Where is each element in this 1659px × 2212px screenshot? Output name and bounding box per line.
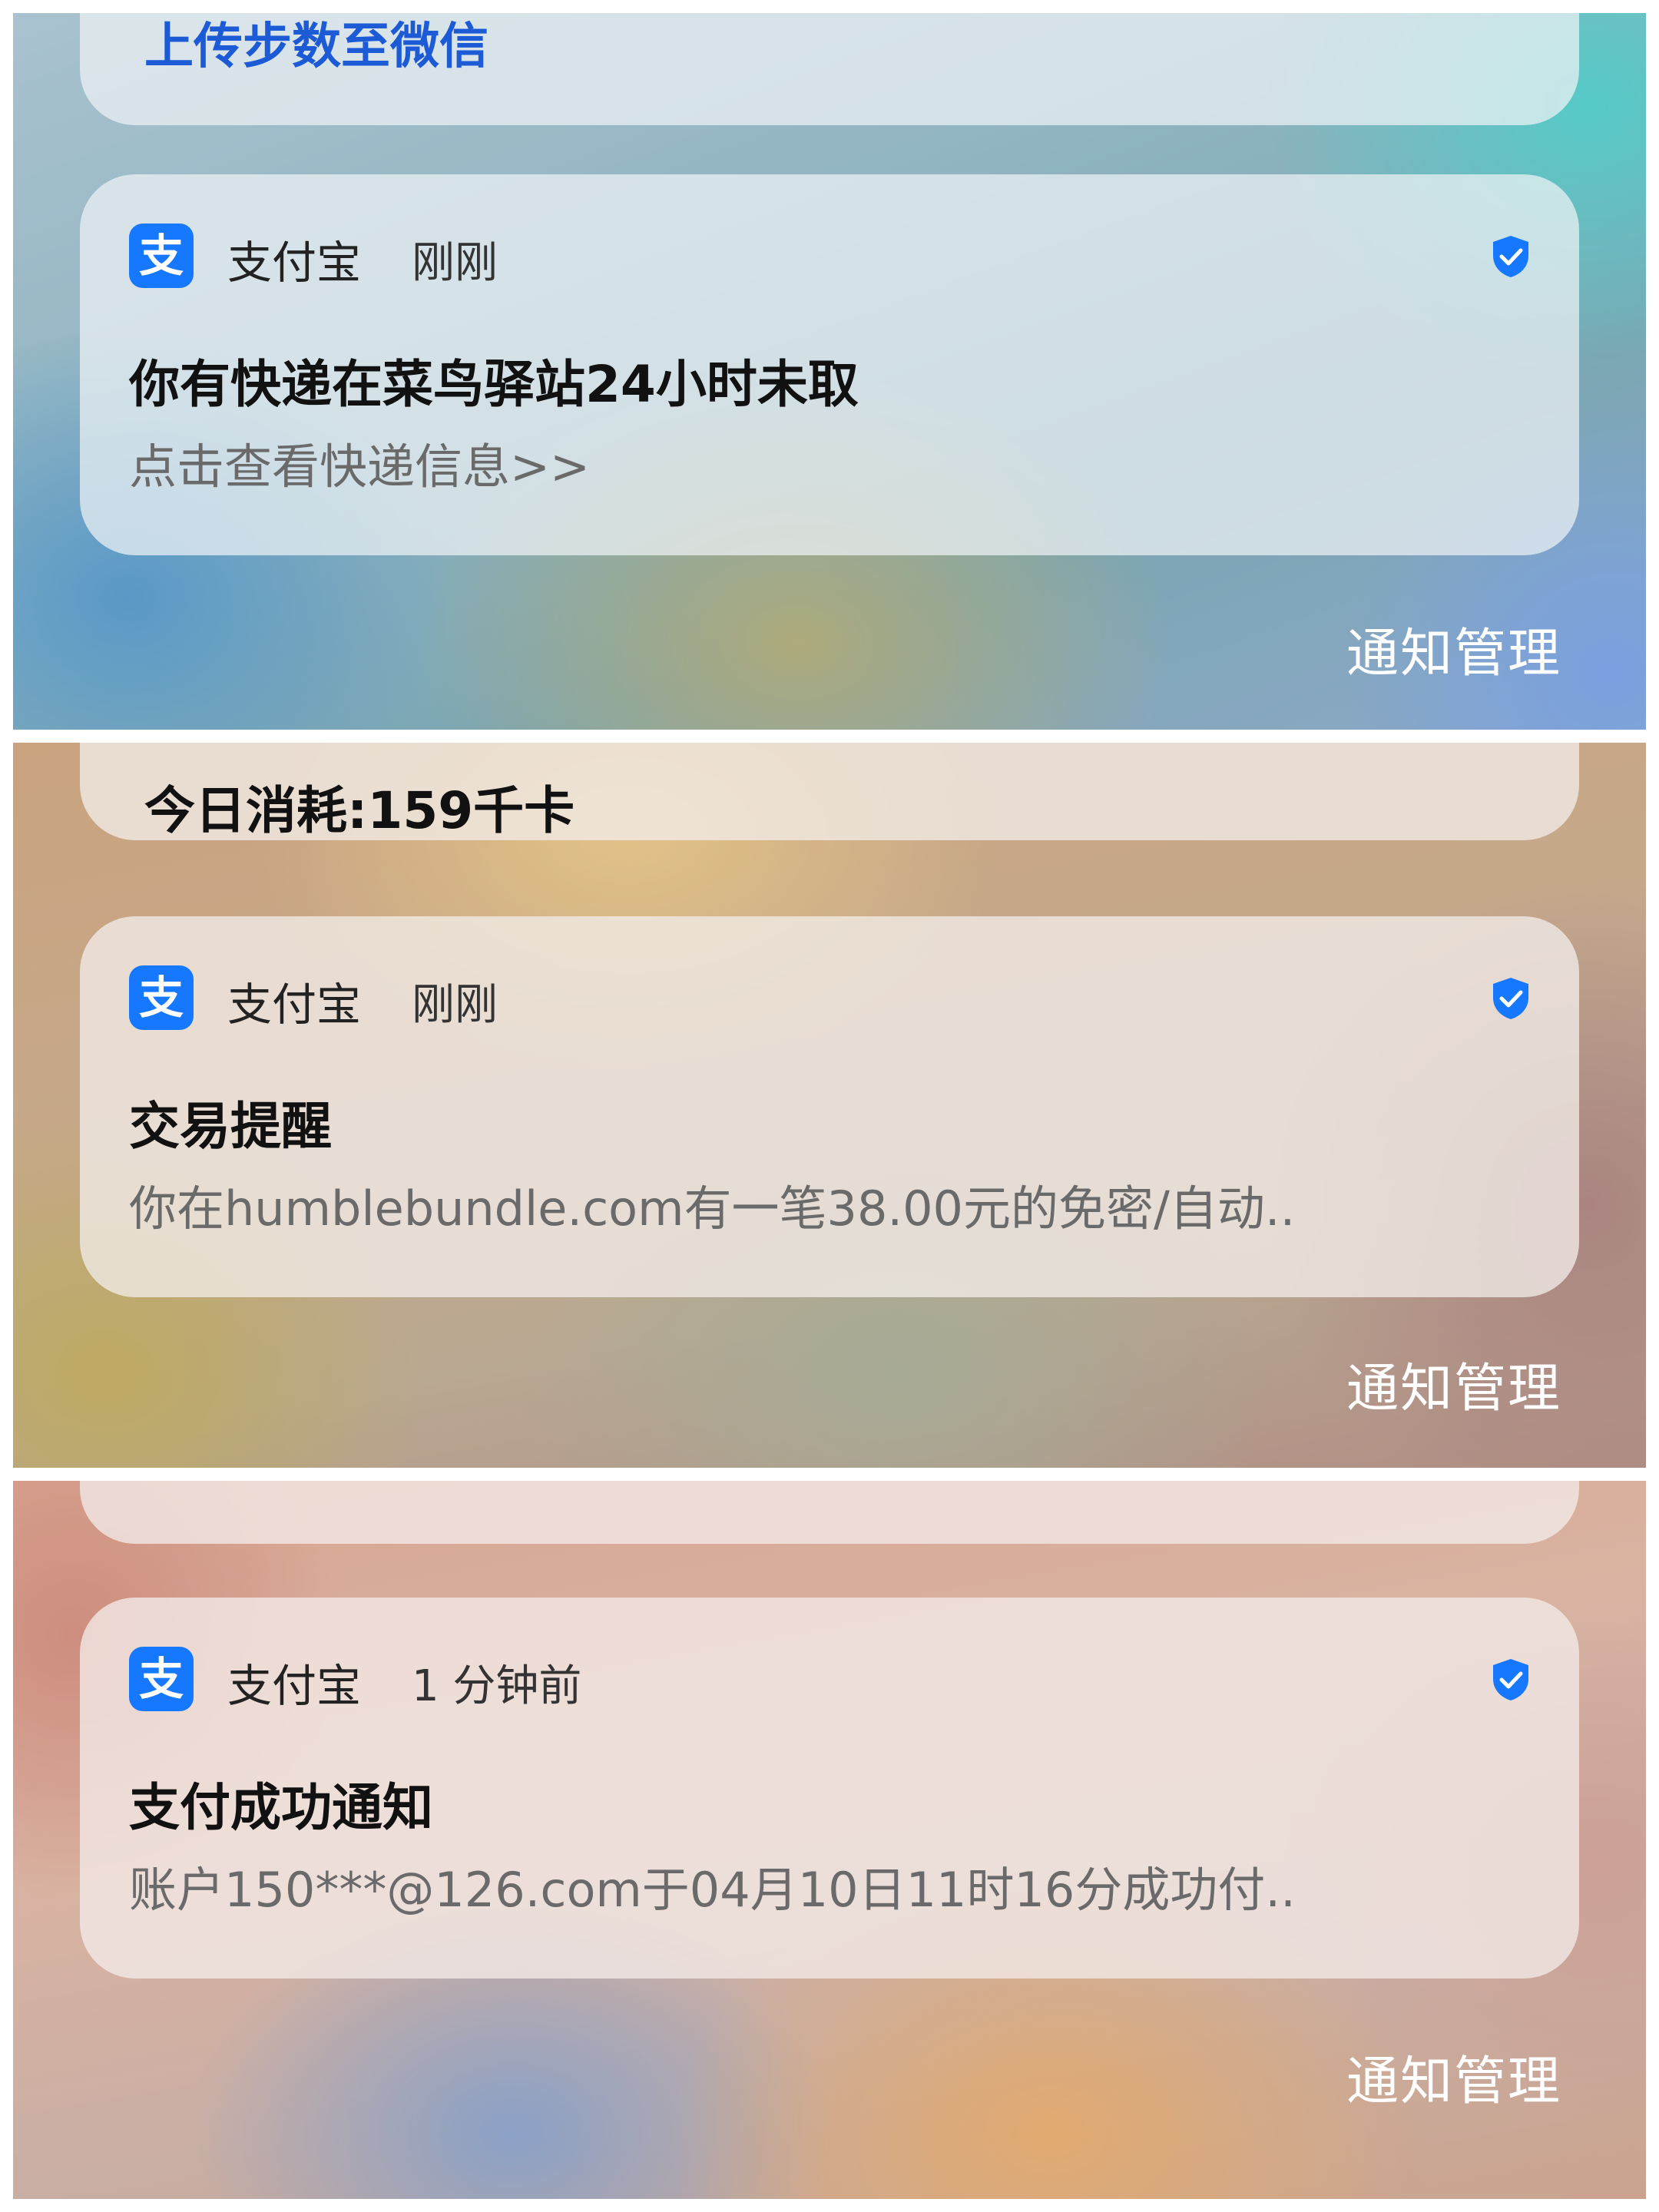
notification-manage-button[interactable]: 通知管理 xyxy=(1346,1346,1561,1422)
notification-title: 你有快递在菜鸟驿站24小时未取 xyxy=(129,355,859,414)
screenshot-panel-1: 上传步数至微信 支 支付宝 刚刚 你有快递在菜鸟驿站24小时未取 点击查看快递信… xyxy=(13,13,1646,730)
alipay-icon: 支 xyxy=(129,1647,194,1711)
notification-body: 账户150***@126.com于04月10日11时16分成功付.. xyxy=(129,1862,1296,1918)
notification-body: 点击查看快递信息>> xyxy=(129,439,590,495)
alipay-icon: 支 xyxy=(129,224,194,288)
alipay-notification-card[interactable]: 支 支付宝 刚刚 交易提醒 你在humblebundle.com有一笔38.00… xyxy=(80,916,1579,1297)
notification-title: 支付成功通知 xyxy=(129,1778,433,1837)
notification-body: 你在humblebundle.com有一笔38.00元的免密/自动.. xyxy=(129,1181,1296,1237)
partial-card-text: 今日消耗:159千卡 xyxy=(144,781,575,840)
notification-time: 刚刚 xyxy=(412,238,498,288)
notification-time: 刚刚 xyxy=(412,980,498,1030)
alipay-notification-card[interactable]: 支 支付宝 刚刚 你有快递在菜鸟驿站24小时未取 点击查看快递信息>> xyxy=(80,174,1579,555)
verified-shield-icon xyxy=(1493,978,1528,1019)
partial-notification-card[interactable]: 上传步数至微信 xyxy=(80,13,1579,125)
verified-shield-icon xyxy=(1493,236,1528,277)
partial-card-text: 上传步数至微信 xyxy=(144,18,488,75)
notification-time: 1 分钟前 xyxy=(412,1661,582,1711)
screenshot-panel-3: 支 支付宝 1 分钟前 支付成功通知 账户150***@126.com于04月1… xyxy=(13,1481,1646,2199)
verified-shield-icon xyxy=(1493,1659,1528,1700)
screenshot-panel-2: 今日消耗:159千卡 支 支付宝 刚刚 交易提醒 你在humblebundle.… xyxy=(13,743,1646,1468)
alipay-notification-card[interactable]: 支 支付宝 1 分钟前 支付成功通知 账户150***@126.com于04月1… xyxy=(80,1598,1579,1979)
partial-notification-card[interactable]: 今日消耗:159千卡 xyxy=(80,743,1579,840)
partial-notification-card[interactable] xyxy=(80,1481,1579,1544)
app-name: 支付宝 xyxy=(227,1660,362,1712)
app-name: 支付宝 xyxy=(227,979,362,1031)
app-name: 支付宝 xyxy=(227,237,362,289)
notification-manage-button[interactable]: 通知管理 xyxy=(1346,611,1561,687)
alipay-icon: 支 xyxy=(129,965,194,1030)
notification-manage-button[interactable]: 通知管理 xyxy=(1346,2038,1561,2114)
notification-title: 交易提醒 xyxy=(129,1097,332,1156)
